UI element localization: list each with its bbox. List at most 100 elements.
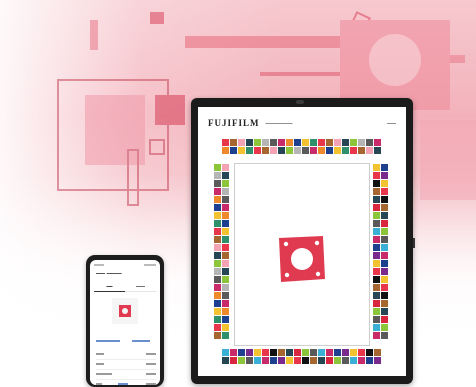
color-swatch (214, 228, 221, 235)
color-swatch (373, 292, 380, 299)
phone-link-1[interactable] (96, 340, 120, 342)
color-swatch (310, 349, 317, 356)
color-swatch (373, 228, 380, 235)
color-swatch (214, 172, 221, 179)
color-swatch (214, 260, 221, 267)
color-swatch (381, 300, 388, 307)
color-swatch (246, 147, 253, 154)
color-swatch (222, 196, 229, 203)
color-swatch (373, 300, 380, 307)
color-swatch (373, 324, 380, 331)
color-swatch (358, 357, 365, 364)
color-swatch (381, 180, 388, 187)
phone-screen: ▬▬▬ ▬▬▬▬▬ ▬▬ ▬▬▬ (90, 260, 160, 385)
color-chart-sheet (212, 139, 390, 364)
list-item (96, 360, 156, 370)
color-swatch (350, 349, 357, 356)
color-swatch (222, 236, 229, 243)
color-swatch (222, 357, 229, 364)
color-swatch (318, 139, 325, 146)
color-swatch (381, 284, 388, 291)
color-swatch (230, 147, 237, 154)
color-swatch (334, 147, 341, 154)
color-swatch (214, 300, 221, 307)
phone-tab-2[interactable]: ▬▬▬ (125, 282, 156, 291)
color-swatch (214, 220, 221, 227)
color-swatch (214, 292, 221, 299)
color-swatch (278, 147, 285, 154)
color-swatch (262, 147, 269, 154)
bg-circle (369, 34, 421, 86)
sample-swatch (279, 236, 325, 282)
list-item (96, 380, 156, 385)
phone-status-bar (94, 264, 156, 269)
color-swatch (254, 147, 261, 154)
color-swatch (318, 357, 325, 364)
color-swatch (214, 180, 221, 187)
color-swatch (262, 357, 269, 364)
color-swatch (373, 284, 380, 291)
color-swatch (254, 139, 261, 146)
color-swatch (222, 244, 229, 251)
tablet-header: FUJIFILM ▬▬▬▬▬▬▬▬▬ ▬▬▬ (208, 117, 396, 129)
tablet-side-button (413, 238, 415, 248)
color-swatch (381, 260, 388, 267)
color-swatch (302, 349, 309, 356)
color-swatch (270, 349, 277, 356)
color-swatch (214, 236, 221, 243)
color-swatch (214, 268, 221, 275)
color-swatch (318, 349, 325, 356)
color-swatch (381, 228, 388, 235)
color-swatch (222, 172, 229, 179)
bg-bar-3 (150, 12, 164, 24)
color-swatch (238, 147, 245, 154)
color-swatch (374, 139, 381, 146)
color-swatch (326, 357, 333, 364)
color-swatch (222, 316, 229, 323)
color-swatch (318, 147, 325, 154)
color-swatch (381, 276, 388, 283)
color-swatch (214, 324, 221, 331)
bg-bar-7 (90, 20, 98, 50)
color-swatch (214, 284, 221, 291)
color-swatch (381, 316, 388, 323)
color-swatch (373, 180, 380, 187)
color-swatch (278, 139, 285, 146)
phone-link-2[interactable] (132, 340, 150, 342)
color-swatch (342, 349, 349, 356)
color-swatch (222, 139, 229, 146)
color-swatch (222, 332, 229, 339)
color-swatch (381, 292, 388, 299)
color-swatch (246, 139, 253, 146)
color-swatch (373, 220, 380, 227)
phone-tab-1[interactable]: ▬▬ (94, 282, 125, 292)
color-swatch (238, 357, 245, 364)
color-swatch (366, 139, 373, 146)
color-swatch (222, 276, 229, 283)
color-swatch (222, 268, 229, 275)
color-swatch (254, 349, 261, 356)
color-swatch (381, 268, 388, 275)
color-swatch (373, 172, 380, 179)
color-swatch (302, 147, 309, 154)
color-swatch (286, 357, 293, 364)
color-swatch (342, 147, 349, 154)
phone-link-row (96, 340, 156, 345)
color-swatch (373, 188, 380, 195)
color-swatch (381, 204, 388, 211)
phone-app-title: ▬▬▬ ▬▬▬▬▬ (96, 271, 122, 275)
list-item (96, 350, 156, 360)
color-swatch (222, 220, 229, 227)
color-swatch (222, 188, 229, 195)
bg-square-4 (149, 139, 165, 155)
phone-device: ▬▬▬ ▬▬▬▬▬ ▬▬ ▬▬▬ (86, 255, 164, 387)
color-swatch (334, 139, 341, 146)
color-swatch (214, 164, 221, 171)
brand-logo: FUJIFILM (208, 118, 260, 128)
color-swatch (270, 147, 277, 154)
color-swatch (222, 308, 229, 315)
color-swatch (214, 276, 221, 283)
tablet-device: FUJIFILM ▬▬▬▬▬▬▬▬▬ ▬▬▬ (191, 98, 415, 384)
color-swatch (270, 357, 277, 364)
color-swatch (373, 212, 380, 219)
